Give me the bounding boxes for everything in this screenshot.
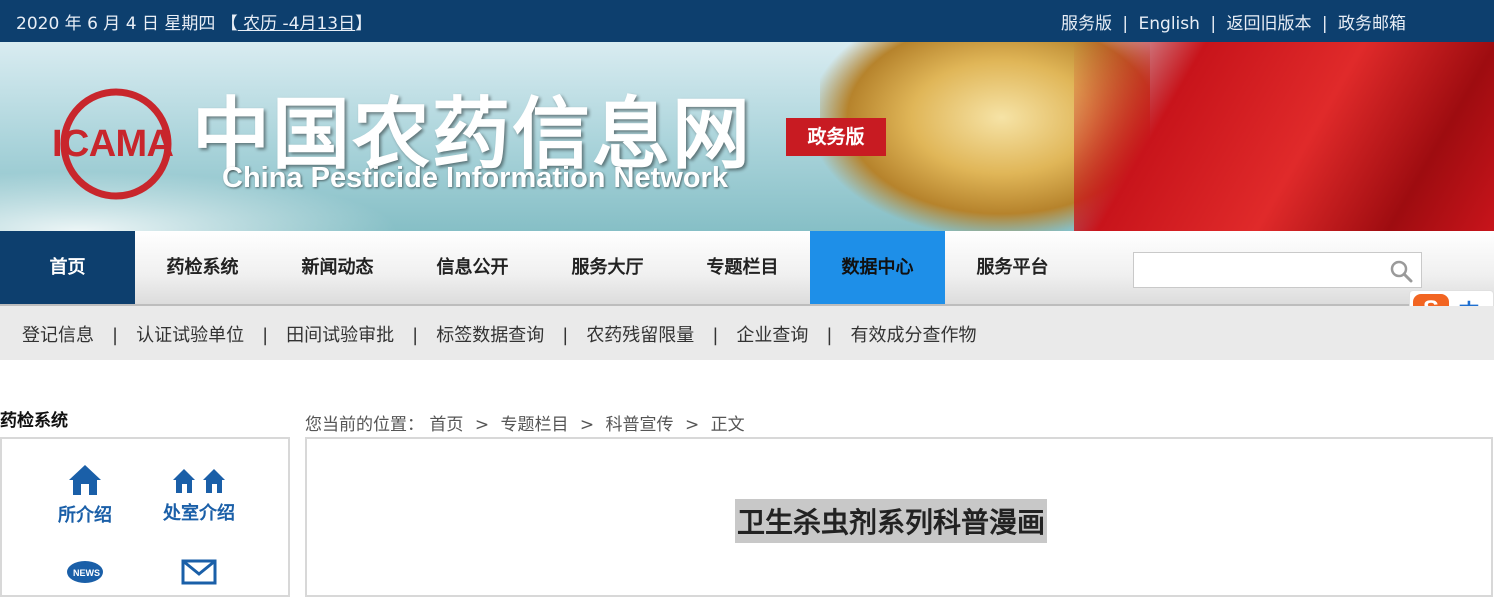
subnav-label-query[interactable]: 标签数据查询 — [436, 325, 544, 346]
separator: | — [412, 325, 419, 346]
site-title-en: China Pesticide Information Network — [222, 162, 728, 194]
subnav-certified-labs[interactable]: 认证试验单位 — [136, 325, 244, 346]
link-old-version[interactable]: 返回旧版本 — [1226, 14, 1311, 34]
svg-text:ICAMA: ICAMA — [52, 123, 174, 165]
nav-news[interactable]: 新闻动态 — [270, 231, 405, 304]
link-english[interactable]: English — [1139, 14, 1200, 34]
tile-institute-intro[interactable]: 所介绍 — [30, 463, 140, 527]
breadcrumb-home[interactable]: 首页 — [429, 415, 463, 435]
subnav-field-trial-approval[interactable]: 田间试验审批 — [286, 325, 394, 346]
separator: | — [112, 325, 119, 346]
nav-data-center[interactable]: 数据中心 — [810, 231, 945, 304]
red-flag-decoration — [1074, 42, 1494, 231]
breadcrumb-separator: > — [474, 415, 490, 435]
search-input[interactable] — [1133, 252, 1422, 288]
separator: | — [262, 325, 269, 346]
lunar-date-link[interactable]: 农历 -4月13日 — [238, 14, 355, 34]
article-title: 卫生杀虫剂系列科普漫画 — [735, 499, 1048, 543]
separator: | — [826, 325, 833, 346]
mail-icon — [181, 559, 217, 585]
home-icon — [69, 465, 101, 495]
subnav-registration-info[interactable]: 登记信息 — [22, 325, 94, 346]
breadcrumb-separator: > — [579, 415, 595, 435]
houses-icon — [173, 469, 225, 493]
breadcrumb-science[interactable]: 科普宣传 — [606, 415, 674, 435]
gov-version-badge: 政务版 — [786, 118, 886, 156]
nav-info-public[interactable]: 信息公开 — [405, 231, 540, 304]
search-icon[interactable] — [1389, 259, 1413, 283]
sidebar-title: 药检系统 — [0, 411, 68, 431]
nav-inspection-system[interactable]: 药检系统 — [135, 231, 270, 304]
svg-text:NEWS: NEWS — [73, 568, 100, 578]
breadcrumb-prefix: 您当前的位置： — [305, 415, 424, 435]
news-icon: NEWS — [67, 561, 103, 583]
tile-news[interactable]: NEWS — [30, 559, 140, 585]
separator: | — [1122, 14, 1129, 34]
subnav-ingredient-crop-query[interactable]: 有效成分查作物 — [850, 325, 976, 346]
separator: | — [562, 325, 569, 346]
link-service-version[interactable]: 服务版 — [1061, 14, 1112, 34]
separator: | — [712, 325, 719, 346]
tile-label: 处室介绍 — [163, 503, 235, 524]
link-gov-mail[interactable]: 政务邮箱 — [1338, 14, 1406, 34]
tile-label: 所介绍 — [58, 505, 112, 526]
subnav-residue-limits[interactable]: 农药残留限量 — [586, 325, 694, 346]
nav-service-hall[interactable]: 服务大厅 — [540, 231, 675, 304]
breadcrumb-special-topics[interactable]: 专题栏目 — [500, 415, 568, 435]
sidebar-panel: 所介绍 处室介绍 NEWS — [0, 437, 290, 597]
breadcrumb: 您当前的位置： 首页 > 专题栏目 > 科普宣传 > 正文 — [305, 410, 745, 435]
date-line: 2020 年 6 月 4 日 星期四 【 农历 -4月13日】 — [16, 9, 372, 34]
tile-department-intro[interactable]: 处室介绍 — [144, 467, 254, 525]
sub-nav: 登记信息 | 认证试验单位 | 田间试验审批 | 标签数据查询 | 农药残留限量 | 企业查询 | 有效… — [0, 306, 1494, 360]
top-links: 服务版 | English | 返回旧版本 | 政务邮箱 — [1061, 9, 1406, 34]
subnav-company-query[interactable]: 企业查询 — [736, 325, 808, 346]
breadcrumb-separator: > — [684, 415, 700, 435]
main-nav: 首页 药检系统 新闻动态 信息公开 服务大厅 专题栏目 数据中心 服务平台 — [0, 231, 1494, 306]
lunar-bracket-open: 【 — [220, 14, 238, 34]
nav-special-topics[interactable]: 专题栏目 — [675, 231, 810, 304]
top-bar: 2020 年 6 月 4 日 星期四 【 农历 -4月13日】 服务版 | En… — [0, 0, 1494, 42]
tile-mail[interactable] — [144, 559, 254, 585]
lunar-bracket-close: 】 — [355, 14, 373, 34]
nav-service-platform[interactable]: 服务平台 — [945, 231, 1080, 304]
breadcrumb-current: 正文 — [710, 415, 745, 435]
separator: | — [1321, 14, 1328, 34]
icama-logo[interactable]: ICAMA — [48, 82, 178, 200]
date-text: 2020 年 6 月 4 日 星期四 — [16, 14, 216, 34]
separator: | — [1210, 14, 1217, 34]
nav-home[interactable]: 首页 — [0, 231, 135, 304]
header-banner: ICAMA 中国农药信息网 China Pesticide Informatio… — [0, 42, 1494, 231]
article-panel: 卫生杀虫剂系列科普漫画 — [305, 437, 1493, 597]
